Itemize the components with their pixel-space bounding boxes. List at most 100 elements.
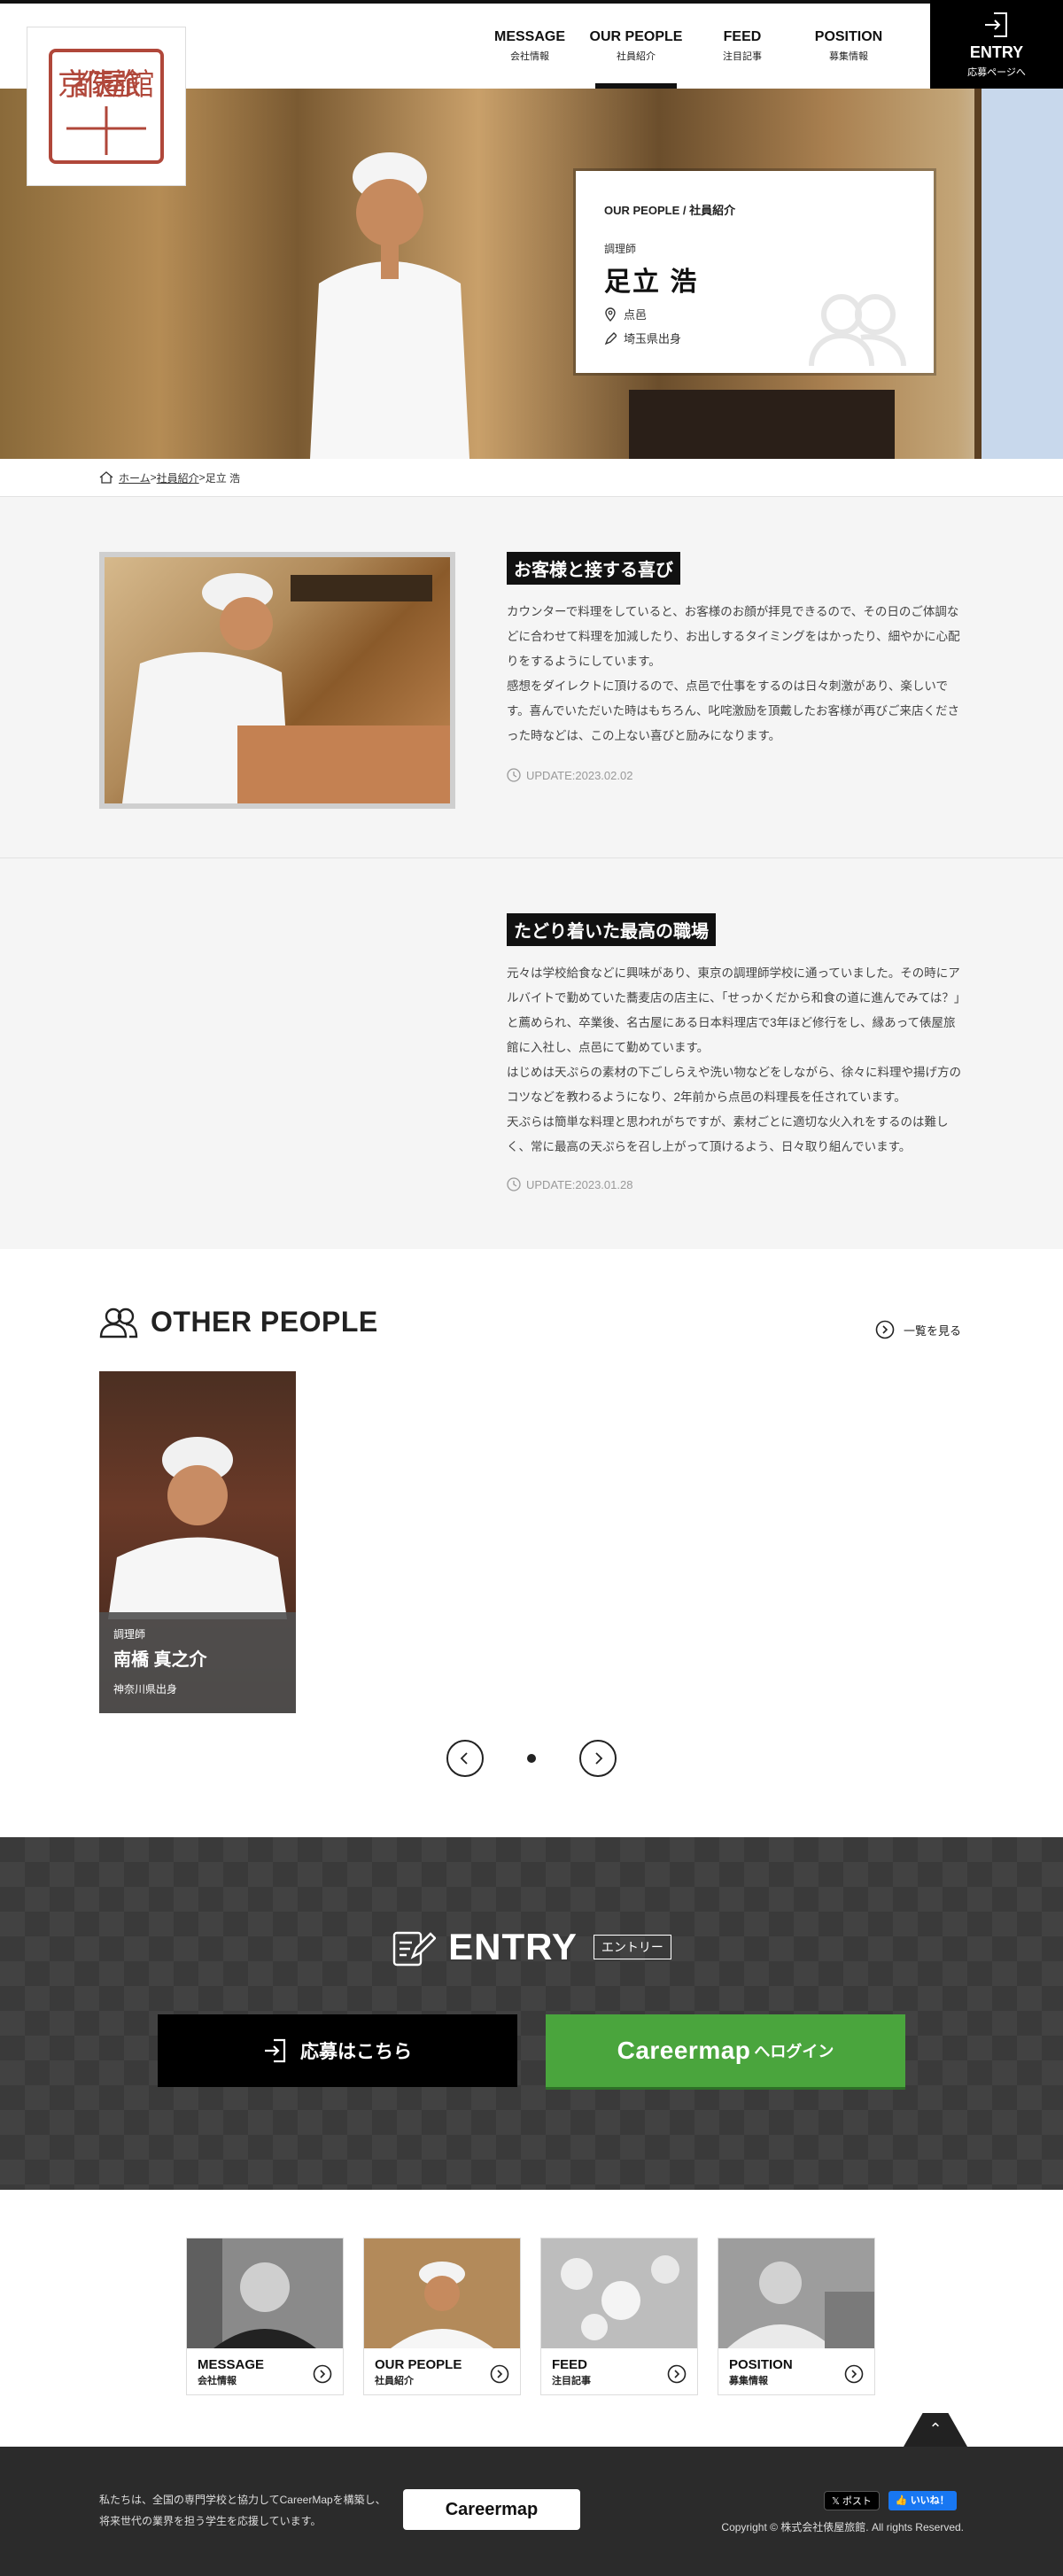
person-role: 調理師 — [113, 1628, 146, 1641]
card-feed[interactable]: FEED 注目記事 — [540, 2238, 698, 2395]
carousel-next-button[interactable] — [579, 1740, 617, 1777]
breadcrumb-home[interactable]: ホーム — [119, 470, 151, 485]
section-body: 元々は学校給食などに興味があり、東京の調理師学校に通っていました。その時にアルバ… — [507, 961, 966, 1160]
apply-button[interactable]: 応募はこちら — [158, 2014, 517, 2087]
footer-message-line: 私たちは、全国の専門学校と協力してCareerMapを構築し、 — [99, 2494, 386, 2506]
nav-our-people[interactable]: OUR PEOPLE 社員紹介 — [583, 4, 689, 89]
people-watermark-icon — [809, 294, 906, 367]
x-post-button[interactable]: 𝕏 ポスト — [824, 2491, 880, 2510]
breadcrumb-sep: > — [150, 471, 157, 484]
careermap-login-button[interactable]: Careermap へログイン — [546, 2014, 905, 2087]
apply-label: 応募はこちら — [300, 2042, 412, 2062]
card-image — [541, 2238, 697, 2348]
paragraph: 元々は学校給食などに興味があり、東京の調理師学校に通っていました。その時にアルバ… — [507, 966, 960, 1054]
copyright: Copyright © 株式会社俵屋旅館. All rights Reserve… — [721, 2521, 964, 2533]
company-logo[interactable]: 京都俵屋旅館 — [27, 27, 186, 186]
card-subtitle: 注目記事 — [552, 2376, 591, 2386]
nav-label: OUR PEOPLE — [589, 29, 683, 44]
section-heading: お客様と接する喜び — [507, 552, 680, 585]
logo-text: 京都俵屋旅館 — [58, 67, 155, 103]
update-label: UPDATE:2023.02.02 — [526, 768, 633, 782]
window-decor — [974, 89, 1063, 459]
breadcrumb-current: 足立 浩 — [205, 471, 241, 485]
person-caption: 調理師 南橋 真之介 神奈川県出身 — [99, 1612, 296, 1713]
profile-origin: 埼玉県出身 — [624, 332, 682, 345]
breadcrumb-people[interactable]: 社員紹介 — [157, 470, 199, 485]
home-icon — [99, 471, 113, 484]
see-all-label: 一覧を見る — [904, 1323, 962, 1338]
update-date: UPDATE:2023.02.02 — [507, 768, 632, 782]
pencil-icon — [604, 331, 617, 345]
breadcrumb: ホーム > 社員紹介 > 足立 浩 — [99, 464, 240, 491]
circle-arrow-right-icon — [490, 2364, 509, 2384]
circle-arrow-right-icon — [313, 2364, 332, 2384]
other-people-title: OTHER PEOPLE — [151, 1306, 378, 1338]
link-cards: MESSAGE 会社情報 OUR PEOPLE 社員紹介 FEED 注目記事 P… — [186, 2238, 875, 2395]
card-message[interactable]: MESSAGE 会社情報 — [186, 2238, 344, 2395]
clock-icon — [507, 1177, 521, 1191]
card-label: MESSAGE 会社情報 — [198, 2357, 264, 2387]
chevron-up-icon: ⌃ — [928, 2420, 943, 2438]
profile-role: 調理師 — [604, 243, 637, 255]
nav-message[interactable]: MESSAGE 会社情報 — [477, 4, 583, 89]
interview-photo — [99, 552, 455, 809]
careermap-footer-logo[interactable]: Careermap — [403, 2489, 580, 2530]
chef-at-counter-photo — [122, 573, 450, 803]
carousel-nav — [446, 1740, 617, 1777]
site-footer: 私たちは、全国の専門学校と協力してCareerMapを構築し、 将来世代の業界を… — [0, 2447, 1063, 2576]
circle-arrow-right-icon — [875, 1320, 895, 1339]
card-title: POSITION — [729, 2357, 793, 2372]
carousel-prev-button[interactable] — [446, 1740, 484, 1777]
fb-like-label: いいね！ — [910, 2495, 950, 2506]
nav-sublabel: 募集情報 — [829, 51, 868, 62]
paragraph: 感想をダイレクトに頂けるので、点邑で仕事をするのは日々刺激があり、楽しいです。喜… — [507, 679, 959, 742]
nav-sublabel: 会社情報 — [510, 51, 549, 62]
entry-heading: ENTRY エントリー — [0, 1926, 1063, 1968]
chevron-left-icon — [460, 1752, 468, 1765]
application-form-icon — [392, 1931, 437, 1967]
page-top-button[interactable]: ⌃ — [904, 2413, 967, 2447]
card-our-people[interactable]: OUR PEOPLE 社員紹介 — [363, 2238, 521, 2395]
chevron-right-icon — [595, 1752, 603, 1765]
paragraph: 天ぷらは簡単な料理と思われがちですが、素材ごとに適切な火入れをするのは難しく、常… — [507, 1115, 949, 1153]
worker-photo — [718, 2238, 874, 2348]
entry-badge: エントリー — [593, 1935, 671, 1959]
paragraph: カウンターで料理をしていると、お客様のお顔が拝見できるので、その日のご体調などに… — [507, 605, 960, 668]
card-title: MESSAGE — [198, 2357, 265, 2372]
seal-logo-icon: 京都俵屋旅館 — [49, 49, 164, 164]
person-origin: 神奈川県出身 — [113, 1683, 178, 1695]
chef-thumbnail-photo — [364, 2238, 520, 2348]
interview-section-1: お客様と接する喜び カウンターで料理をしていると、お客様のお顔が拝見できるので、… — [0, 496, 1063, 857]
carousel-dot[interactable] — [527, 1754, 536, 1763]
breadcrumb-sep: > — [198, 471, 206, 484]
update-label: UPDATE:2023.01.28 — [526, 1177, 633, 1191]
chef-photo — [310, 152, 469, 459]
clock-icon — [507, 768, 521, 782]
careermap-sub: へログイン — [754, 2043, 834, 2060]
social-buttons: 𝕏 ポスト 👍 いいね！ — [824, 2491, 957, 2510]
card-image — [718, 2238, 874, 2348]
nav-feed[interactable]: FEED 注目記事 — [689, 4, 795, 89]
entry-section: ENTRY エントリー 応募はこちら Careermap へログイン — [0, 1837, 1063, 2190]
facebook-like-button[interactable]: 👍 いいね！ — [888, 2491, 957, 2510]
main-nav: MESSAGE 会社情報 OUR PEOPLE 社員紹介 FEED 注目記事 P… — [477, 4, 902, 89]
card-subtitle: 募集情報 — [729, 2376, 768, 2386]
circle-arrow-right-icon — [667, 2364, 687, 2384]
footer-message: 私たちは、全国の専門学校と協力してCareerMapを構築し、 将来世代の業界を… — [99, 2489, 386, 2532]
card-subtitle: 会社情報 — [198, 2376, 237, 2386]
entry-label: ENTRY — [969, 43, 1024, 61]
card-label: OUR PEOPLE 社員紹介 — [375, 2357, 462, 2387]
header-entry-button[interactable]: ENTRY 応募ページへ — [930, 0, 1063, 89]
see-all-link[interactable]: 一覧を見る — [875, 1320, 961, 1339]
update-date: UPDATE:2023.01.28 — [507, 1177, 632, 1191]
nav-label: POSITION — [814, 29, 883, 44]
card-image — [364, 2238, 520, 2348]
nav-label: MESSAGE — [493, 29, 565, 44]
card-title: FEED — [552, 2357, 588, 2372]
nav-position[interactable]: POSITION 募集情報 — [795, 4, 902, 89]
card-position[interactable]: POSITION 募集情報 — [718, 2238, 875, 2395]
section-heading: たどり着いた最高の職場 — [507, 913, 716, 946]
person-card[interactable]: 調理師 南橋 真之介 神奈川県出身 — [99, 1371, 296, 1713]
card-image — [187, 2238, 343, 2348]
x-post-label: ポスト — [842, 2496, 872, 2507]
